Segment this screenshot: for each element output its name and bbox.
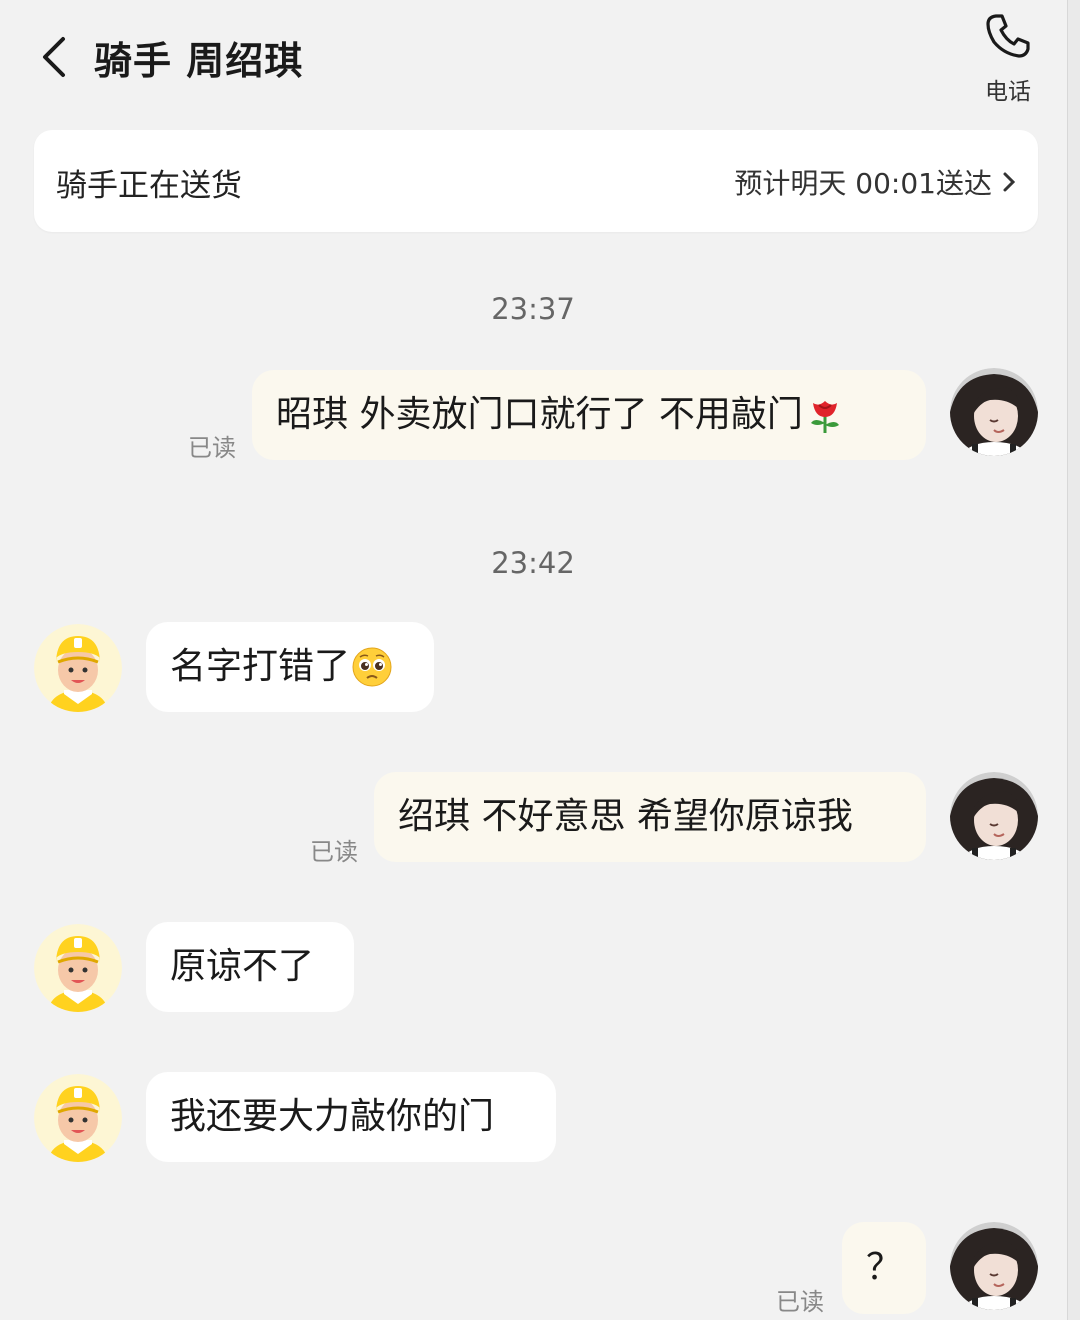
user-avatar[interactable] <box>950 368 1038 456</box>
message-text: 昭琪 外卖放门口就行了 不用敲门 <box>276 394 803 435</box>
user-avatar[interactable] <box>950 1222 1038 1310</box>
message-bubble-incoming[interactable]: 原谅不了 <box>146 922 354 1012</box>
message-text: 名字打错了 <box>170 646 351 687</box>
rider-avatar[interactable] <box>34 1074 122 1162</box>
eta-text: 预计明天 00:01送达 <box>734 167 992 200</box>
message-text: 原谅不了 <box>170 946 315 987</box>
pleading-face-icon <box>352 647 392 687</box>
message-bubble-outgoing[interactable]: 昭琪 外卖放门口就行了 不用敲门 <box>252 370 926 460</box>
message-text: ？ <box>865 1247 902 1288</box>
message-bubble-outgoing[interactable]: ？ <box>842 1222 926 1314</box>
page-title: 骑手 周绍琪 <box>94 39 304 83</box>
message-text: 我还要大力敲你的门 <box>170 1096 495 1137</box>
chat-header: 骑手 周绍琪 电话 <box>0 0 1066 120</box>
user-avatar[interactable] <box>950 772 1038 860</box>
message-bubble-incoming[interactable]: 我还要大力敲你的门 <box>146 1072 556 1162</box>
delivery-status-card[interactable]: 骑手正在送货 预计明天 00:01送达 <box>34 130 1038 232</box>
window-edge <box>1067 0 1080 1320</box>
eta-link[interactable]: 预计明天 00:01送达 <box>734 162 1016 202</box>
rider-avatar[interactable] <box>34 924 122 1012</box>
chevron-left-icon <box>43 37 65 77</box>
back-button[interactable] <box>34 32 74 82</box>
call-label: 电话 <box>985 79 1031 105</box>
rider-avatar[interactable] <box>34 624 122 712</box>
message-bubble-incoming[interactable]: 名字打错了 <box>146 622 434 712</box>
phone-icon <box>986 14 1030 58</box>
timestamp: 23:37 <box>491 292 575 326</box>
read-receipt: 已读 <box>776 1288 824 1316</box>
read-receipt: 已读 <box>310 838 358 866</box>
call-button[interactable]: 电话 <box>970 10 1046 106</box>
delivery-status-text: 骑手正在送货 <box>56 168 242 204</box>
read-receipt: 已读 <box>188 434 236 462</box>
message-bubble-outgoing[interactable]: 绍琪 不好意思 希望你原谅我 <box>374 772 926 862</box>
rose-icon <box>805 395 845 435</box>
chevron-right-icon <box>1003 172 1016 192</box>
timestamp: 23:42 <box>491 546 575 580</box>
message-text: 绍琪 不好意思 希望你原谅我 <box>398 796 853 837</box>
